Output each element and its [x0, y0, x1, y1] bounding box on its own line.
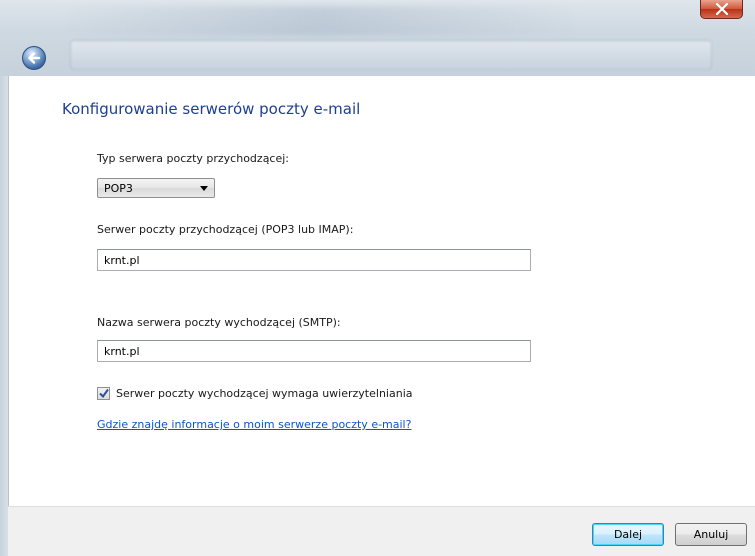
blurred-background-box	[70, 40, 712, 70]
outgoing-server-value: krnt.pl	[104, 345, 140, 358]
next-button[interactable]: Dalej	[592, 523, 664, 546]
help-link[interactable]: Gdzie znajdę informacje o moim serwerze …	[97, 418, 411, 431]
outgoing-server-field[interactable]: krnt.pl	[97, 340, 531, 362]
close-button[interactable]	[700, 0, 743, 19]
content-area	[8, 76, 755, 506]
incoming-type-value: POP3	[104, 182, 133, 195]
close-icon	[715, 3, 729, 15]
incoming-type-select[interactable]: POP3	[97, 178, 215, 198]
cancel-button[interactable]: Anuluj	[675, 523, 747, 546]
outgoing-server-label: Nazwa serwera poczty wychodzącej (SMTP):	[97, 316, 341, 329]
checkmark-icon	[99, 388, 109, 399]
auth-checkbox[interactable]	[97, 387, 110, 400]
back-arrow-icon	[28, 52, 41, 64]
page-title: Konfigurowanie serwerów poczty e-mail	[62, 100, 361, 118]
title-bar	[0, 0, 755, 76]
incoming-type-label: Typ serwera poczty przychodzącej:	[97, 152, 290, 165]
blurred-background	[60, 6, 580, 36]
window-frame-left	[0, 76, 8, 556]
chevron-down-icon	[200, 186, 208, 191]
wizard-window: Konfigurowanie serwerów poczty e-mail Ty…	[0, 0, 755, 556]
incoming-server-label: Serwer poczty przychodzącej (POP3 lub IM…	[97, 223, 354, 236]
incoming-server-value: krnt.pl	[104, 254, 140, 267]
incoming-server-field[interactable]: krnt.pl	[97, 249, 531, 271]
auth-checkbox-label[interactable]: Serwer poczty wychodzącej wymaga uwierzy…	[116, 387, 412, 400]
back-button[interactable]	[22, 46, 46, 70]
